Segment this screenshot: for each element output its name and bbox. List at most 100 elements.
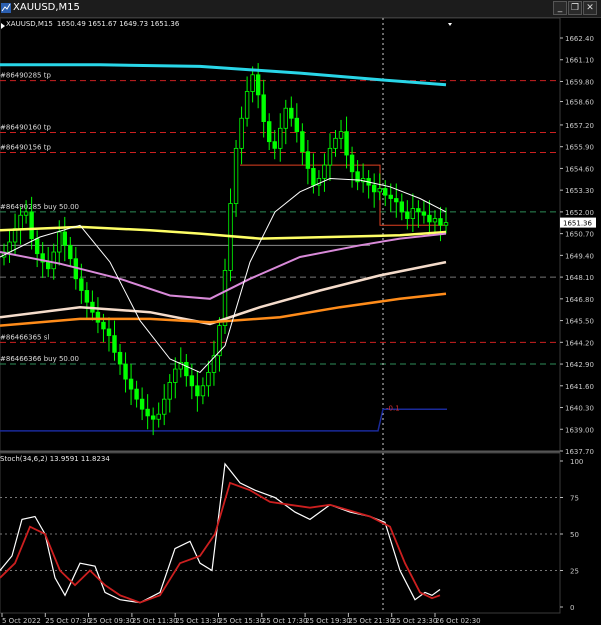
candle-body[interactable] [394,198,399,203]
candle-body[interactable] [62,231,67,246]
candle-body[interactable] [278,127,283,149]
candle-body[interactable] [289,107,294,119]
price-axis-label: 1650.70 [565,231,594,239]
candle-body[interactable] [95,311,101,323]
price-axis-label: 1645.50 [565,318,594,326]
candle-body[interactable] [189,375,195,387]
candle-body[interactable] [79,278,84,291]
candle-body[interactable] [117,351,123,365]
candle-body[interactable] [162,398,167,415]
candle-body[interactable] [432,218,438,223]
candle-body[interactable] [145,408,150,417]
candle-body[interactable] [416,208,421,213]
candle-body[interactable] [68,244,73,260]
candle-body[interactable] [283,107,288,129]
candle-body[interactable] [200,385,206,397]
candle-body[interactable] [250,74,255,92]
candle-body[interactable] [261,94,266,123]
candle-body[interactable] [399,201,404,213]
candle-body[interactable] [123,363,128,380]
price-axis-label: 1641.60 [565,383,594,391]
order-label[interactable]: #86466365 sl [0,333,49,341]
price-layer: #86490285 tp #86490160 tp #86490156 tp #864… [0,18,596,613]
candle-body[interactable] [101,321,106,330]
candle-body[interactable] [29,211,34,240]
candle-body[interactable] [322,164,327,179]
candle-body[interactable] [427,214,432,223]
candle-body[interactable] [34,238,40,255]
symbol-triangle-icon [1,23,5,29]
candle-body[interactable] [438,218,443,226]
candle-body[interactable] [311,168,316,186]
candle-body[interactable] [134,388,139,400]
price-axis-label: 1652.00 [565,209,594,217]
candle-body[interactable] [377,188,382,193]
candle-body[interactable] [206,372,211,387]
price-axis-label: 1648.10 [565,274,594,282]
candle-body[interactable] [106,328,112,337]
current-price-label: 1651.36 [563,220,592,228]
candle-body[interactable] [244,91,250,119]
candle-body[interactable] [239,117,244,149]
price-axis-label: 1649.40 [565,252,594,260]
order-label[interactable]: #86466366 buy 50.00 [0,355,79,363]
candle-body[interactable] [421,211,427,216]
candle-body[interactable] [383,188,388,196]
candle-body[interactable] [388,194,393,199]
price-panel[interactable] [0,17,561,452]
candle-body[interactable] [18,214,23,230]
ma-cyan-line[interactable] [0,63,447,87]
candle-body[interactable] [272,141,277,149]
candle-body[interactable] [405,211,410,219]
candle-body[interactable] [51,251,56,270]
candle-body[interactable] [184,361,189,377]
candle-body[interactable] [371,184,377,193]
candle-body[interactable] [338,131,344,139]
candle-body[interactable] [128,378,134,390]
chart-canvas[interactable]: #86490285 tp #86490160 tp #86490156 tp #864… [0,0,601,625]
candle-body[interactable] [7,241,12,253]
candle-body[interactable] [333,137,338,149]
candle-body[interactable] [349,154,355,173]
support-level-line[interactable] [0,408,447,432]
candle-body[interactable] [167,382,172,400]
candle-body[interactable] [150,415,156,420]
candle-body[interactable] [139,398,145,410]
order-label[interactable]: #86490160 tp [0,123,51,131]
candle-body[interactable] [84,290,90,303]
candle-body[interactable] [23,211,29,216]
candle-body[interactable] [344,131,349,156]
candle-body[interactable] [112,335,117,353]
candle-body[interactable] [255,74,261,96]
candle-body[interactable] [195,385,200,397]
price-axis-label: 1654.60 [565,165,594,173]
one-click-collapse-icon[interactable] [448,23,452,26]
price-axis-label: 1639.00 [565,426,594,434]
price-axis-label: 1657.20 [565,122,594,130]
indicator-panel[interactable] [0,452,561,614]
candle-body[interactable] [266,121,272,143]
price-axis-label: 1653.30 [565,187,594,195]
time-axis-label: 25 Oct 09:30 [89,617,135,625]
candle-body[interactable] [327,147,333,166]
stoch-axis-label: 75 [570,495,579,503]
price-axis-label: 1659.80 [565,78,594,86]
candle-body[interactable] [443,222,449,226]
order-label[interactable]: #86490285 tp [0,72,51,80]
candle-body[interactable] [233,147,239,204]
candle-body[interactable] [173,368,178,383]
candle-body[interactable] [46,261,51,270]
price-axis-label: 1644.20 [565,339,594,347]
order-label[interactable]: #86490285 buy 50.00 [0,203,79,211]
candle-body[interactable] [300,131,305,153]
candle-body[interactable] [57,231,62,253]
order-label[interactable]: #86490156 tp [0,144,51,152]
candle-body[interactable] [294,117,300,133]
candle-body[interactable] [305,151,311,169]
candle-body[interactable] [410,208,416,219]
candle-body[interactable] [156,413,161,420]
time-axis-label: 25 Oct 15:30 [219,617,265,625]
price-axis-label: 1661.10 [565,57,594,65]
stoch-axis-label: 50 [570,531,579,539]
stoch-main-line[interactable] [0,462,441,604]
